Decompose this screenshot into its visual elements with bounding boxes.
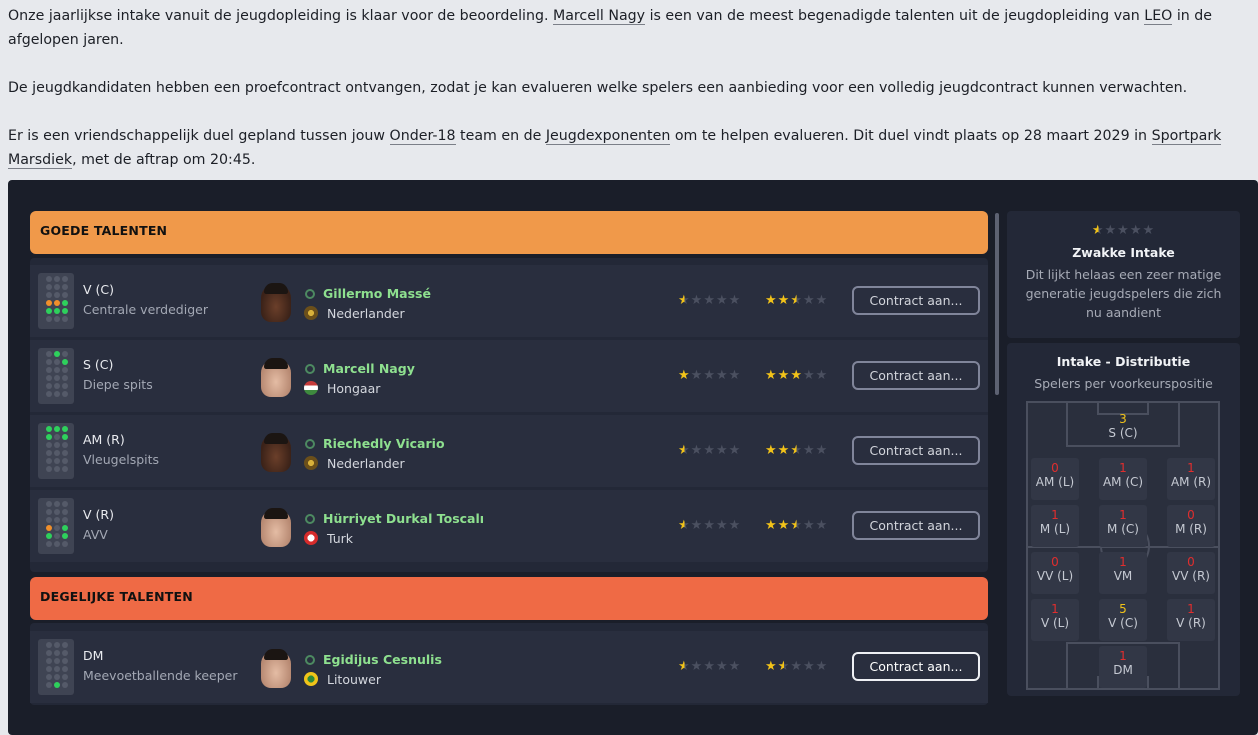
player-position: S (C) — [83, 357, 114, 372]
distribution-subtitle: Spelers per voorkeurspositie — [1034, 376, 1213, 391]
team-link[interactable]: Onder-18 — [389, 128, 456, 145]
player-role: Centrale verdediger — [83, 302, 208, 317]
offer-contract-button[interactable]: Contract aan... — [852, 652, 980, 681]
nationality-flag-icon — [304, 306, 318, 320]
player-position: DM — [83, 648, 104, 663]
current-ability-stars: ★★★★★ — [678, 293, 742, 308]
pos-cell-gk: 1 DM — [1099, 646, 1147, 688]
potential-ability-stars: ★★★★★ — [765, 659, 829, 674]
pos-cell-wbl: 0 VV (L) — [1031, 552, 1079, 594]
player-status-icon — [305, 439, 315, 449]
intro-paragraph-2: De jeugdkandidaten hebben een proefcontr… — [8, 80, 1188, 96]
intake-rating-title: Zwakke Intake — [1072, 245, 1175, 260]
player-role: Diepe spits — [83, 377, 153, 392]
pos-cell-amr: 1 AM (R) — [1167, 458, 1215, 500]
current-ability-stars: ★★★★★ — [678, 368, 742, 383]
player-nationality: Litouwer — [327, 672, 381, 687]
pos-cell-ml: 1M (L) — [1031, 505, 1079, 547]
player-row[interactable]: V (C) Centrale verdediger Gillermo Massé Ne… — [30, 265, 988, 337]
player-status-icon — [305, 514, 315, 524]
player-status-icon — [305, 655, 315, 665]
player-position: V (R) — [83, 507, 114, 522]
pos-cell-mc: 1M (C) — [1099, 505, 1147, 547]
intake-rating-stars: ★★★★★ — [1091, 223, 1156, 238]
position-map-icon — [38, 423, 74, 479]
player-name[interactable]: Riechedly Vicario — [323, 436, 445, 451]
club-link[interactable]: LEO — [1144, 8, 1173, 25]
section-header-decent: DEGELIJKE TALENTEN — [30, 577, 988, 620]
player-name[interactable]: Gillermo Massé — [323, 286, 431, 301]
pos-cell-mr: 0M (R) — [1167, 505, 1215, 547]
potential-ability-stars: ★★★★★ — [765, 293, 829, 308]
player-row[interactable]: V (R) AVV Hürriyet Durkal Toscalı Turk ★★★★★… — [30, 490, 988, 562]
pos-cell-dr: 1V (R) — [1167, 599, 1215, 641]
section-header-good: GOEDE TALENTEN — [30, 211, 988, 254]
position-map-icon — [38, 639, 74, 695]
current-ability-stars: ★★★★★ — [678, 443, 742, 458]
current-ability-stars: ★★★★★ — [678, 518, 742, 533]
player-row[interactable]: DM Meevoetballende keeper Egidijus Cesnuli… — [30, 631, 988, 703]
player-role: Meevoetballende keeper — [83, 668, 238, 683]
offer-contract-button[interactable]: Contract aan... — [852, 511, 980, 540]
list-scrollbar[interactable] — [995, 213, 999, 395]
player-row[interactable]: AM (R) Vleugelspits Riechedly Vicario Neder… — [30, 415, 988, 487]
player-avatar[interactable] — [261, 508, 291, 547]
player-role: Vleugelspits — [83, 452, 160, 467]
intro-paragraph-1: Onze jaarlijkse intake vanuit de jeugdop… — [8, 8, 1213, 48]
nationality-flag-icon — [304, 456, 318, 470]
player-nationality: Nederlander — [327, 456, 405, 471]
intake-rating-description: Dit lijkt helaas een zeer matige generat… — [1025, 267, 1222, 320]
player-nationality: Hongaar — [327, 381, 381, 396]
player-name[interactable]: Egidijus Cesnulis — [323, 652, 442, 667]
intake-rating-card: ★★★★★ Zwakke Intake Dit lijkt helaas een… — [1007, 211, 1240, 338]
nationality-flag-icon — [304, 531, 318, 545]
position-map-icon — [38, 348, 74, 404]
nationality-flag-icon — [304, 381, 318, 395]
player-avatar[interactable] — [261, 649, 291, 688]
opponent-link[interactable]: Jeugdexponenten — [545, 128, 671, 145]
position-map-icon — [38, 498, 74, 554]
player-row[interactable]: S (C) Diepe spits Marcell Nagy Hongaar ★★★★★… — [30, 340, 988, 412]
potential-ability-stars: ★★★★★ — [765, 368, 829, 383]
pitch-diagram: 3S (C) 0 AM (L) 1 AM (C) 1 AM (R) 1M (L) 1M… — [1026, 401, 1220, 690]
offer-contract-button[interactable]: Contract aan... — [852, 361, 980, 390]
player-avatar[interactable] — [261, 433, 291, 472]
intro-text: Onze jaarlijkse intake vanuit de jeugdop… — [8, 4, 1238, 172]
current-ability-stars: ★★★★★ — [678, 659, 742, 674]
player-name[interactable]: Marcell Nagy — [323, 361, 415, 376]
player-position: V (C) — [83, 282, 115, 297]
player-nationality: Turk — [327, 531, 354, 546]
intake-distribution-card: Intake - Distributie Spelers per voorkeu… — [1007, 343, 1240, 696]
pos-cell-dc: 5V (C) — [1099, 599, 1147, 641]
position-map-icon — [38, 273, 74, 329]
offer-contract-button[interactable]: Contract aan... — [852, 436, 980, 465]
player-name[interactable]: Hürriyet Durkal Toscalı — [323, 511, 484, 526]
pos-cell-wbr: 0 VV (R) — [1167, 552, 1215, 594]
pos-cell-st: 3S (C) — [1108, 412, 1138, 440]
player-avatar[interactable] — [261, 283, 291, 322]
distribution-title: Intake - Distributie — [1056, 354, 1191, 369]
potential-ability-stars: ★★★★★ — [765, 443, 829, 458]
player-avatar[interactable] — [261, 358, 291, 397]
player-link[interactable]: Marcell Nagy — [552, 8, 646, 25]
pos-cell-amc: 1 AM (C) — [1099, 458, 1147, 500]
player-nationality: Nederlander — [327, 306, 405, 321]
nationality-flag-icon — [304, 672, 318, 686]
player-role: AVV — [83, 527, 108, 542]
player-status-icon — [305, 364, 315, 374]
pos-cell-dm: 1 VM — [1099, 552, 1147, 594]
pos-cell-dl: 1V (L) — [1031, 599, 1079, 641]
offer-contract-button[interactable]: Contract aan... — [852, 286, 980, 315]
player-position: AM (R) — [83, 432, 125, 447]
intro-paragraph-3: Er is een vriendschappelijk duel gepland… — [8, 128, 1222, 169]
potential-ability-stars: ★★★★★ — [765, 518, 829, 533]
player-status-icon — [305, 289, 315, 299]
pos-cell-aml: 0 AM (L) — [1031, 458, 1079, 500]
